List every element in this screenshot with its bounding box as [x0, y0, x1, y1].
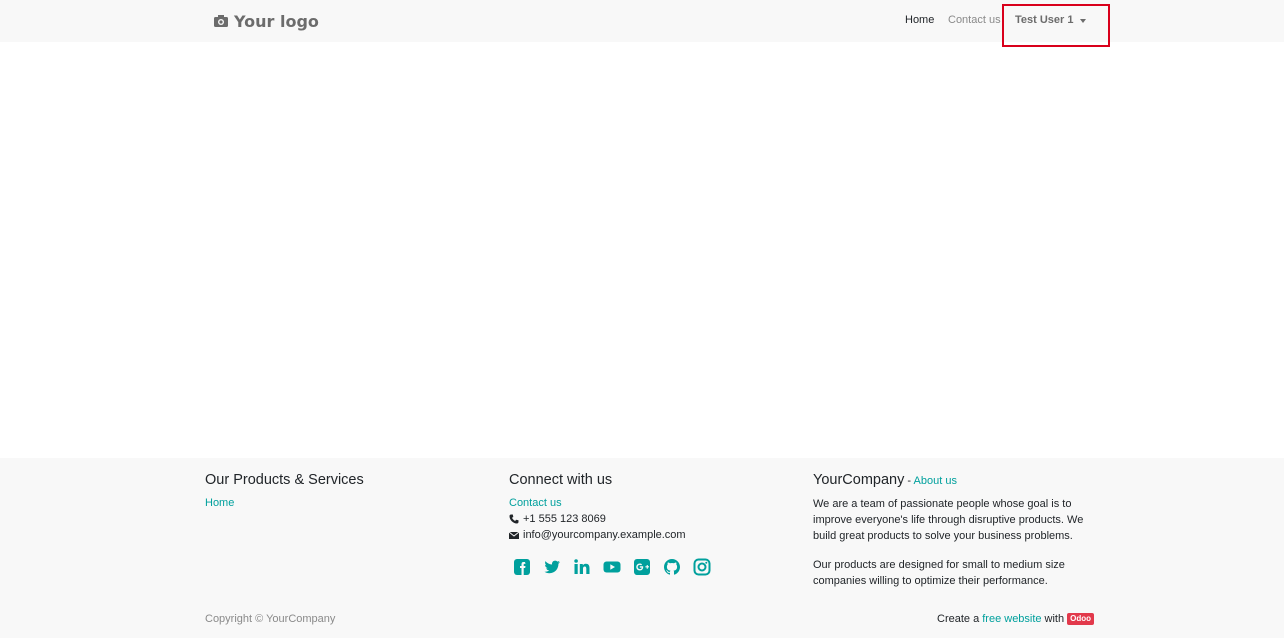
- odoo-badge[interactable]: Odoo: [1067, 613, 1094, 625]
- facebook-icon[interactable]: [513, 558, 531, 576]
- about-paragraph-1: We are a team of passionate people whose…: [813, 498, 1084, 542]
- github-icon[interactable]: [663, 558, 681, 576]
- nav-home-link[interactable]: Home: [905, 14, 934, 26]
- envelope-icon: [509, 531, 519, 539]
- free-website-link[interactable]: free website: [982, 613, 1041, 625]
- nav-contact-link[interactable]: Contact us: [948, 14, 1001, 26]
- create-suffix: with: [1044, 613, 1065, 625]
- about-heading: YourCompany - About us: [813, 472, 1098, 489]
- site-footer: Our Products & Services Home Connect wit…: [0, 458, 1284, 638]
- about-paragraph-2: Our products are designed for small to m…: [813, 559, 1065, 587]
- camera-icon: [214, 15, 228, 27]
- create-prefix: Create a: [937, 613, 980, 625]
- site-logo[interactable]: Your logo: [213, 11, 319, 31]
- create-website-line: Create a free website with Odoo: [937, 613, 1094, 625]
- footer-products-column: Our Products & Services Home: [205, 472, 485, 511]
- phone-number: +1 555 123 8069: [523, 513, 606, 525]
- linkedin-icon[interactable]: [573, 558, 591, 576]
- twitter-icon[interactable]: [543, 558, 561, 576]
- copyright-text: Copyright © YourCompany: [205, 613, 336, 625]
- email-address: info@yourcompany.example.com: [523, 529, 686, 541]
- footer-contact-link[interactable]: Contact us: [509, 497, 562, 509]
- logo-text: Your logo: [234, 11, 319, 31]
- top-navbar: Your logo Home Contact us Test User 1: [0, 0, 1284, 47]
- about-us-link[interactable]: About us: [914, 475, 957, 487]
- footer-connect-column: Connect with us Contact us +1 555 123 80…: [509, 472, 789, 576]
- google-plus-icon[interactable]: [633, 558, 651, 576]
- youtube-icon[interactable]: [603, 558, 621, 576]
- instagram-icon[interactable]: [693, 558, 711, 576]
- heading-separator: -: [904, 475, 914, 487]
- social-links: [509, 558, 789, 576]
- footer-home-link[interactable]: Home: [205, 497, 234, 509]
- footer-about-column: YourCompany - About us We are a team of …: [813, 472, 1098, 589]
- products-heading: Our Products & Services: [205, 472, 364, 488]
- highlight-box: [1002, 4, 1110, 47]
- phone-icon: [509, 514, 519, 524]
- email-row: info@yourcompany.example.com: [509, 527, 789, 543]
- connect-heading: Connect with us: [509, 472, 613, 488]
- phone-row: +1 555 123 8069: [509, 511, 789, 527]
- company-name: YourCompany: [813, 472, 905, 488]
